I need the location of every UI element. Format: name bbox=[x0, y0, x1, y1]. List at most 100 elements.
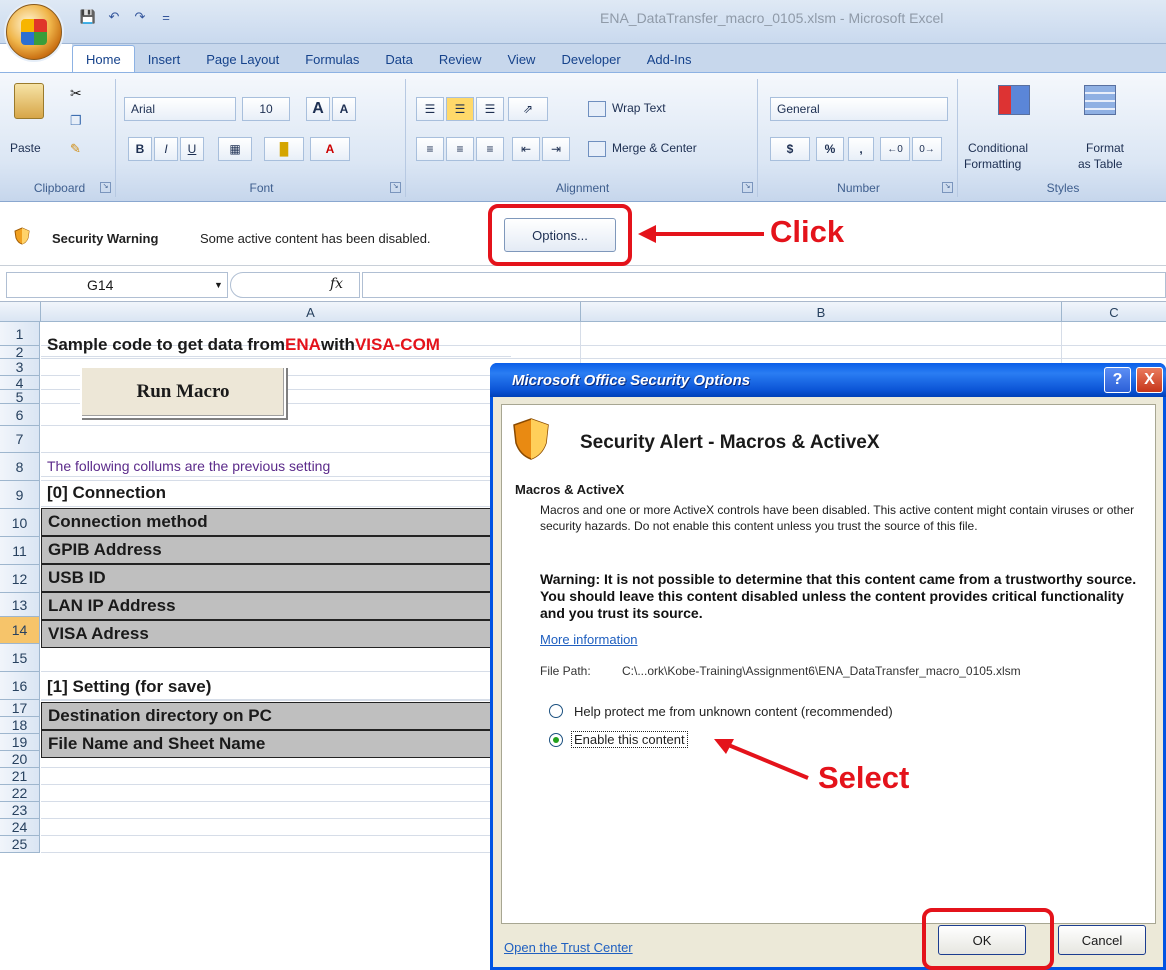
tab-view[interactable]: View bbox=[495, 46, 549, 72]
paste-icon[interactable] bbox=[14, 83, 44, 119]
decrease-decimal-icon[interactable]: 0→ bbox=[912, 137, 942, 161]
launcher-icon[interactable]: ↘ bbox=[742, 182, 753, 193]
grow-font-button[interactable]: A bbox=[306, 97, 330, 121]
tab-formulas[interactable]: Formulas bbox=[292, 46, 372, 72]
destination-directory-cell[interactable]: Destination directory on PC bbox=[41, 702, 511, 730]
visa-address-cell[interactable]: VISA Adress bbox=[41, 620, 511, 648]
conditional-formatting-line2[interactable]: Formatting bbox=[964, 157, 1021, 171]
connection-header-cell[interactable]: [0] Connection bbox=[41, 480, 511, 507]
increase-decimal-icon[interactable]: ←0 bbox=[880, 137, 910, 161]
align-middle-icon[interactable]: ☰ bbox=[446, 97, 474, 121]
align-top-icon[interactable]: ☰ bbox=[416, 97, 444, 121]
ok-button[interactable]: OK bbox=[938, 925, 1026, 955]
number-format-select[interactable]: General bbox=[770, 97, 948, 121]
copy-icon[interactable]: ❐ bbox=[70, 113, 82, 129]
insert-function-icon[interactable]: fx bbox=[330, 276, 343, 292]
run-macro-button[interactable]: Run Macro bbox=[80, 366, 286, 418]
tab-review[interactable]: Review bbox=[426, 46, 495, 72]
row-header[interactable]: 21 bbox=[0, 768, 40, 785]
row-header[interactable]: 1 bbox=[0, 322, 40, 346]
wrap-text-button[interactable]: Wrap Text bbox=[612, 101, 666, 115]
tab-home[interactable]: Home bbox=[72, 45, 135, 72]
format-as-table-line2[interactable]: as Table bbox=[1078, 157, 1122, 171]
row-header[interactable]: 14 bbox=[0, 617, 40, 644]
protect-radio[interactable] bbox=[549, 704, 563, 718]
row-header[interactable]: 7 bbox=[0, 426, 40, 453]
note-cell[interactable]: The following collums are the previous s… bbox=[41, 455, 511, 477]
row-header[interactable]: 5 bbox=[0, 389, 40, 405]
trust-center-link[interactable]: Open the Trust Center bbox=[504, 940, 633, 955]
undo-icon[interactable]: ↶ bbox=[104, 8, 124, 26]
merge-center-button[interactable]: Merge & Center bbox=[612, 141, 697, 155]
row-header[interactable]: 20 bbox=[0, 751, 40, 768]
name-box-dropdown-icon[interactable]: ▼ bbox=[214, 280, 223, 290]
tab-developer[interactable]: Developer bbox=[548, 46, 633, 72]
comma-button[interactable]: , bbox=[848, 137, 874, 161]
orientation-icon[interactable]: ⇗ bbox=[508, 97, 548, 121]
select-all-corner[interactable] bbox=[0, 302, 41, 322]
paste-button[interactable]: Paste bbox=[10, 141, 41, 155]
align-left-icon[interactable]: ≡ bbox=[416, 137, 444, 161]
align-right-icon[interactable]: ≡ bbox=[476, 137, 504, 161]
launcher-icon[interactable]: ↘ bbox=[100, 182, 111, 193]
conditional-formatting-icon[interactable] bbox=[998, 85, 1030, 115]
tab-page-layout[interactable]: Page Layout bbox=[193, 46, 292, 72]
format-as-table-line1[interactable]: Format bbox=[1086, 141, 1124, 155]
row-header[interactable]: 19 bbox=[0, 734, 40, 751]
align-center-icon[interactable]: ≡ bbox=[446, 137, 474, 161]
gpib-address-cell[interactable]: GPIB Address bbox=[41, 536, 511, 564]
protect-option-label[interactable]: Help protect me from unknown content (re… bbox=[574, 704, 893, 719]
italic-button[interactable]: I bbox=[154, 137, 178, 161]
usb-id-cell[interactable]: USB ID bbox=[41, 564, 511, 592]
percent-button[interactable]: % bbox=[816, 137, 844, 161]
cut-icon[interactable]: ✂ bbox=[70, 85, 82, 102]
decrease-indent-icon[interactable]: ⇤ bbox=[512, 137, 540, 161]
connection-method-cell[interactable]: Connection method bbox=[41, 508, 511, 536]
column-header-a[interactable]: A bbox=[41, 302, 581, 322]
format-as-table-icon[interactable] bbox=[1084, 85, 1116, 115]
enable-radio[interactable] bbox=[549, 733, 563, 747]
row-header[interactable]: 11 bbox=[0, 537, 40, 565]
row-header[interactable]: 18 bbox=[0, 717, 40, 734]
customize-icon[interactable]: = bbox=[156, 8, 176, 26]
bold-button[interactable]: B bbox=[128, 137, 152, 161]
underline-button[interactable]: U bbox=[180, 137, 204, 161]
row-header[interactable]: 12 bbox=[0, 565, 40, 593]
font-color-icon[interactable]: A bbox=[310, 137, 350, 161]
tab-data[interactable]: Data bbox=[372, 46, 425, 72]
borders-icon[interactable]: ▦ bbox=[218, 137, 252, 161]
row-header[interactable]: 6 bbox=[0, 404, 40, 426]
name-box[interactable]: G14 bbox=[6, 272, 228, 298]
close-button[interactable]: X bbox=[1136, 367, 1163, 393]
font-name-select[interactable]: Arial bbox=[124, 97, 236, 121]
options-button[interactable]: Options... bbox=[504, 218, 616, 252]
increase-indent-icon[interactable]: ⇥ bbox=[542, 137, 570, 161]
formula-input[interactable] bbox=[362, 272, 1166, 298]
font-size-select[interactable]: 10 bbox=[242, 97, 290, 121]
tab-add-ins[interactable]: Add-Ins bbox=[634, 46, 705, 72]
office-button[interactable] bbox=[6, 4, 62, 60]
sheet-title-cell[interactable]: Sample code to get data from ENA with VI… bbox=[41, 333, 511, 357]
row-header[interactable]: 17 bbox=[0, 700, 40, 717]
save-icon[interactable]: 💾 bbox=[78, 8, 98, 26]
launcher-icon[interactable]: ↘ bbox=[390, 182, 401, 193]
launcher-icon[interactable]: ↘ bbox=[942, 182, 953, 193]
row-header[interactable]: 13 bbox=[0, 593, 40, 617]
fill-color-icon[interactable]: █ bbox=[264, 137, 304, 161]
format-painter-icon[interactable]: ✎ bbox=[70, 141, 81, 157]
cancel-button[interactable]: Cancel bbox=[1058, 925, 1146, 955]
help-button[interactable]: ? bbox=[1104, 367, 1131, 393]
tab-insert[interactable]: Insert bbox=[135, 46, 194, 72]
row-header[interactable]: 22 bbox=[0, 785, 40, 802]
shrink-font-button[interactable]: A bbox=[332, 97, 356, 121]
redo-icon[interactable]: ↷ bbox=[130, 8, 150, 26]
lan-ip-cell[interactable]: LAN IP Address bbox=[41, 592, 511, 620]
row-header[interactable]: 16 bbox=[0, 672, 40, 700]
align-bottom-icon[interactable]: ☰ bbox=[476, 97, 504, 121]
row-header[interactable]: 3 bbox=[0, 359, 40, 376]
row-header[interactable]: 15 bbox=[0, 644, 40, 672]
row-header[interactable]: 25 bbox=[0, 836, 40, 853]
setting-header-cell[interactable]: [1] Setting (for save) bbox=[41, 674, 511, 701]
file-name-cell[interactable]: File Name and Sheet Name bbox=[41, 730, 511, 758]
row-header[interactable]: 8 bbox=[0, 453, 40, 481]
